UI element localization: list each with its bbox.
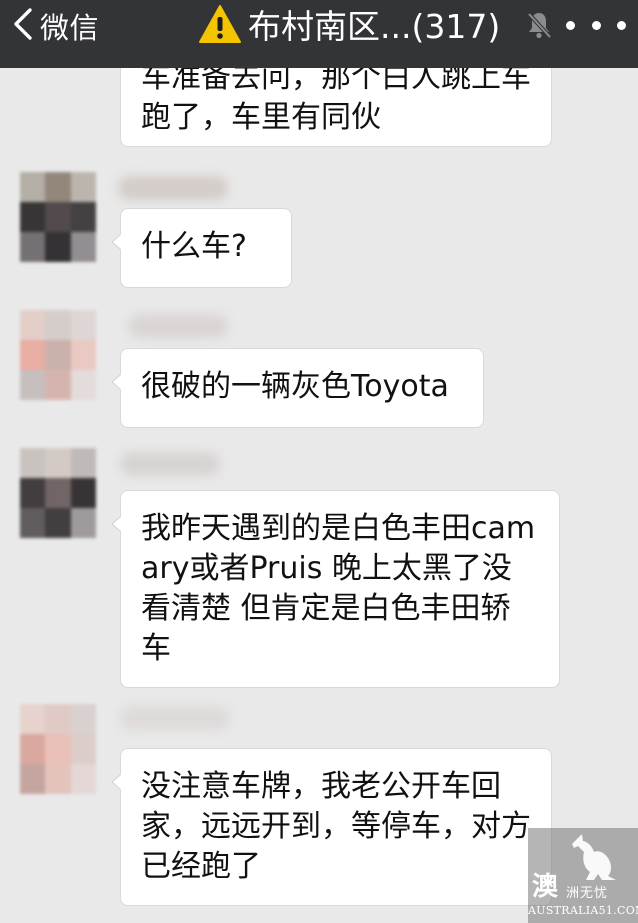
- message-text: 什么车?: [141, 229, 247, 264]
- warning-triangle-icon: [198, 4, 242, 44]
- chevron-left-icon: [12, 7, 34, 45]
- message-text: 车准备去问，那个白人跳上车跑了，车里有同伙: [141, 60, 531, 135]
- chat-title: 布村南区...(317): [198, 2, 500, 46]
- message-bubble[interactable]: 很破的一辆灰色Toyota: [111, 348, 484, 428]
- sender-name: [128, 314, 228, 338]
- sender-name: [120, 706, 230, 730]
- more-dots-icon[interactable]: [566, 8, 626, 42]
- bell-muted-icon: [526, 10, 552, 40]
- avatar[interactable]: [20, 172, 96, 262]
- chat-header: 微信 布村南区...(317): [0, 0, 638, 68]
- message-bubble[interactable]: 没注意车牌，我老公开车回家，远远开到，等停车，对方已经跑了: [111, 748, 552, 906]
- avatar[interactable]: [20, 704, 96, 794]
- message-text: 我昨天遇到的是白色丰田camary或者Pruis 晚上太黑了没看清楚 但肯定是白…: [141, 511, 536, 666]
- message-text: 没注意车牌，我老公开车回家，远远开到，等停车，对方已经跑了: [141, 769, 531, 884]
- avatar[interactable]: [20, 448, 96, 538]
- message-bubble[interactable]: 我昨天遇到的是白色丰田camary或者Pruis 晚上太黑了没看清楚 但肯定是白…: [111, 490, 560, 688]
- group-name: 布村南区...(317): [248, 7, 501, 46]
- watermark-tag: 洲无忧: [566, 886, 609, 901]
- back-label: 微信: [40, 11, 100, 45]
- sender-name: [120, 452, 220, 476]
- back-button[interactable]: 微信: [12, 6, 99, 46]
- message-text: 很破的一辆灰色Toyota: [141, 369, 449, 404]
- sender-name: [118, 176, 228, 200]
- avatar[interactable]: [20, 310, 96, 400]
- site-watermark: 澳 洲无忧 AUSTRALIA51.COM: [528, 828, 638, 923]
- watermark-char: 澳: [532, 872, 559, 902]
- watermark-site: AUSTRALIA51.COM: [528, 904, 638, 917]
- message-bubble[interactable]: 什么车?: [111, 208, 292, 288]
